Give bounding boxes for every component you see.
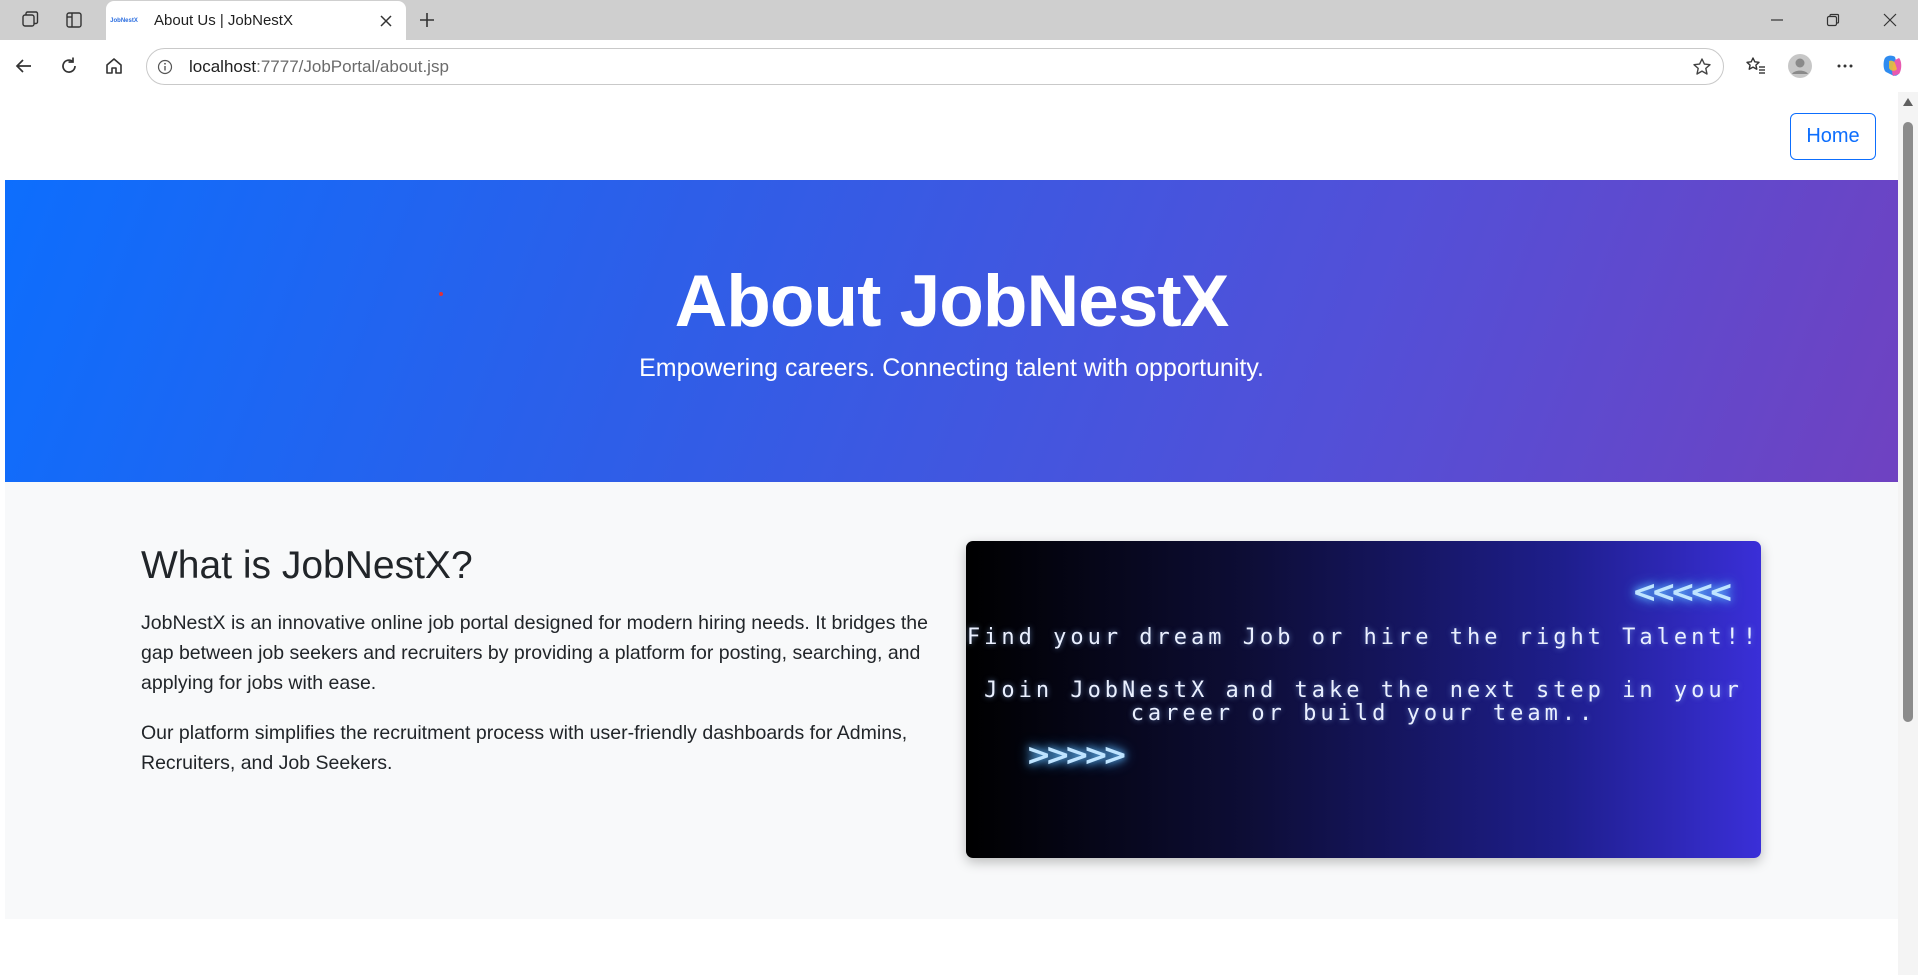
hero-banner: About JobNestX Empowering careers. Conne… <box>5 180 1898 482</box>
promo-line-1: Find your dream Job or hire the right Ta… <box>966 625 1761 650</box>
browser-tab-bar: JobNestX About Us | JobNestX <box>0 0 1918 40</box>
promo-banner: <<<<< Find your dream Job or hire the ri… <box>966 541 1761 858</box>
hero-title: About JobNestX <box>674 261 1230 342</box>
favorites-icon[interactable] <box>1740 50 1772 82</box>
scroll-up-arrow-icon[interactable] <box>1903 98 1913 106</box>
page-viewport: Home About JobNestX Empowering careers. … <box>5 92 1898 975</box>
about-paragraph-2: Our platform simplifies the recruitment … <box>141 722 908 774</box>
scrollbar-thumb[interactable] <box>1903 122 1913 722</box>
refresh-icon[interactable] <box>53 50 85 82</box>
right-arrows-icon: >>>>> <box>1026 738 1128 773</box>
site-info-icon[interactable] <box>155 57 175 77</box>
browser-toolbar: localhost:7777/JobPortal/about.jsp <box>0 40 1918 92</box>
home-button[interactable]: Home <box>1790 113 1876 160</box>
close-window-icon[interactable] <box>1862 0 1918 40</box>
tab-title: About Us | JobNestX <box>154 12 293 29</box>
minimize-icon[interactable] <box>1749 0 1805 40</box>
promo-line-3: career or build your team.. <box>1130 701 1597 726</box>
site-header: Home <box>5 92 1898 180</box>
about-paragraph-1: JobNestX is an innovative online job por… <box>141 612 928 694</box>
about-section: What is JobNestX? JobNestX is an innovat… <box>5 482 1898 919</box>
new-tab-icon[interactable] <box>412 6 442 34</box>
home-icon[interactable] <box>98 50 130 82</box>
more-options-icon[interactable] <box>1829 50 1861 82</box>
close-tab-icon[interactable] <box>372 7 400 35</box>
active-tab[interactable]: JobNestX About Us | JobNestX <box>106 1 406 40</box>
page-scrollbar[interactable] <box>1898 92 1918 975</box>
address-bar[interactable]: localhost:7777/JobPortal/about.jsp <box>146 48 1724 85</box>
copilot-icon[interactable] <box>1876 50 1908 82</box>
back-icon[interactable] <box>8 50 40 82</box>
about-heading: What is JobNestX? <box>141 544 473 587</box>
left-arrows-icon: <<<<< <box>1632 575 1734 610</box>
profile-avatar-icon[interactable] <box>1784 50 1816 82</box>
favorite-star-icon[interactable] <box>1687 52 1717 82</box>
promo-line-2: Join JobNestX and take the next step in … <box>984 678 1743 703</box>
vertical-tabs-icon[interactable] <box>60 6 88 34</box>
workspaces-icon[interactable] <box>16 6 44 34</box>
restore-icon[interactable] <box>1805 0 1861 40</box>
hero-subtitle: Empowering careers. Connecting talent wi… <box>639 354 1264 382</box>
page-bottom-area <box>5 919 1898 975</box>
tab-favicon-icon: JobNestX <box>110 17 138 24</box>
url-text[interactable]: localhost:7777/JobPortal/about.jsp <box>189 57 1687 77</box>
